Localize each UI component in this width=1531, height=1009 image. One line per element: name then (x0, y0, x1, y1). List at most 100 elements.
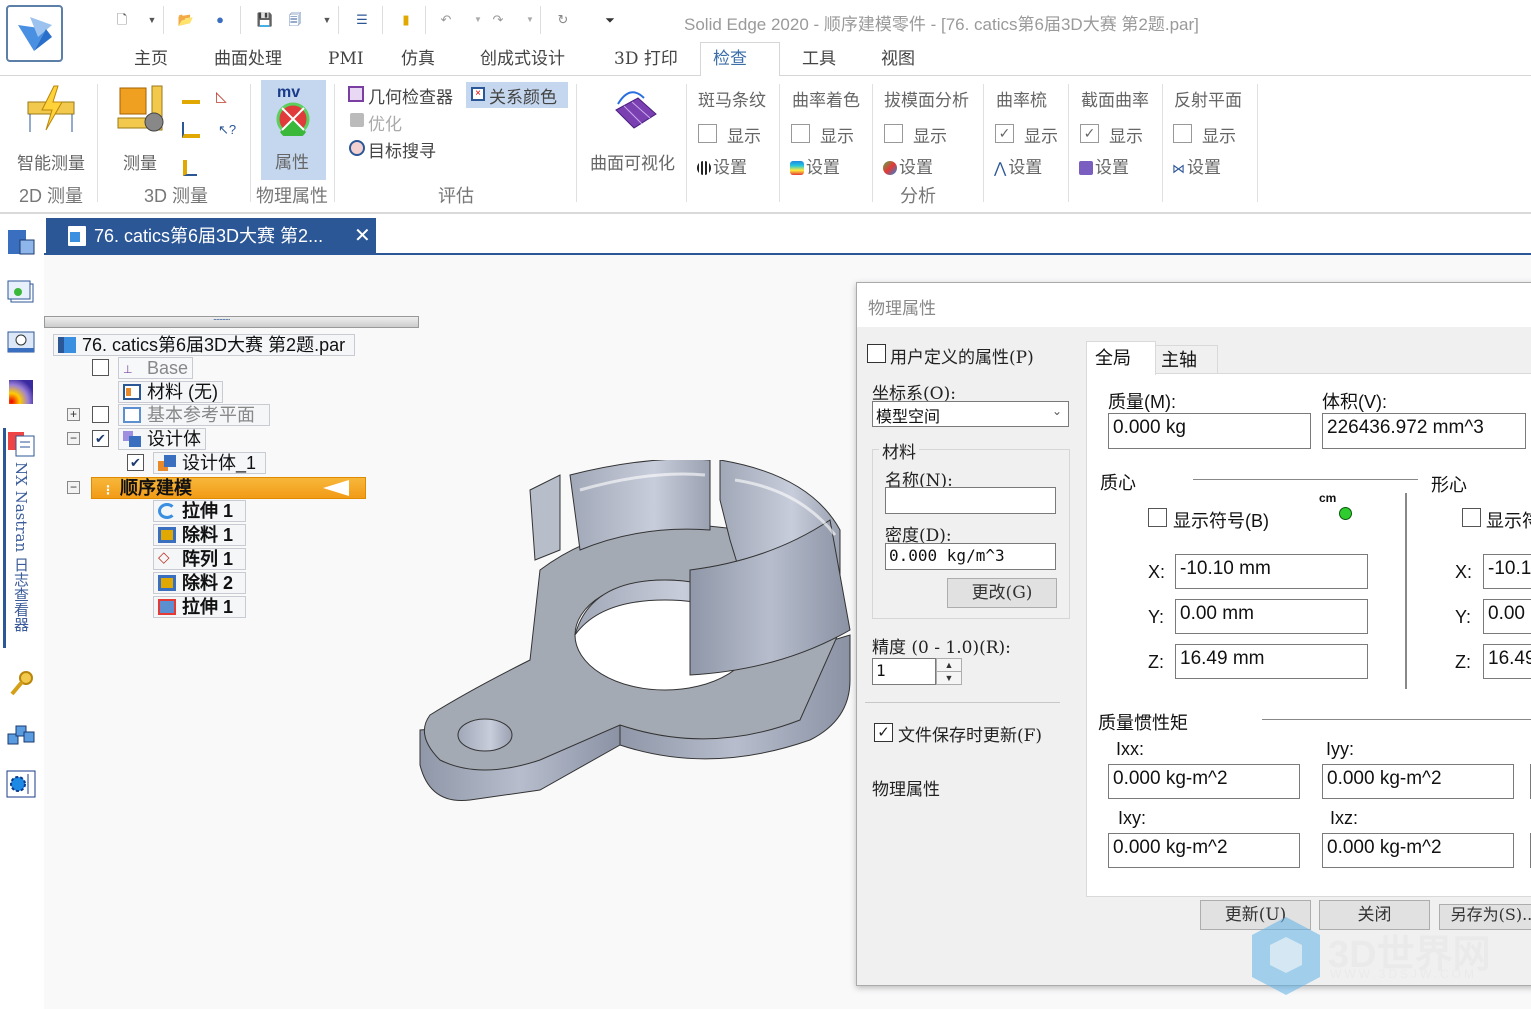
close-tab-icon[interactable]: ✕ (354, 218, 371, 254)
tab-simulation[interactable]: 仿真 (389, 46, 447, 76)
redo-icon[interactable]: ↷ (488, 10, 508, 30)
base-checkbox[interactable] (92, 359, 109, 376)
surface-visualization-label[interactable]: 曲面可视化 (590, 149, 675, 174)
ixz-field[interactable]: 0.000 kg-m^2 (1322, 833, 1514, 868)
smart-measure-label[interactable]: 智能测量 (17, 149, 85, 174)
properties-icon[interactable]: ☰ (352, 10, 372, 30)
tab-3d-print[interactable]: 3D 打印 (602, 46, 690, 76)
tab-home[interactable]: 主页 (122, 46, 180, 76)
ref-planes-checkbox[interactable] (92, 406, 109, 423)
find-icon[interactable]: ● (210, 10, 230, 30)
centroid-x-field[interactable]: -10.1 (1483, 554, 1531, 589)
centroid-y-field[interactable]: 0.00 (1483, 599, 1531, 634)
customize-qat-icon[interactable]: ⏷ (600, 10, 620, 30)
nastran-log-icon[interactable] (6, 430, 36, 458)
volume-field[interactable]: 226436.972 mm^3 (1322, 413, 1526, 449)
reflective-plane-show-checkbox[interactable] (1173, 124, 1192, 143)
min-distance-icon[interactable] (182, 122, 200, 138)
document-tab[interactable]: 76. catics第6届3D大赛 第2... ✕ (46, 218, 376, 254)
tab-pmi[interactable]: PMI (316, 46, 376, 76)
measure-icon[interactable] (116, 84, 166, 134)
new-dropdown-icon[interactable]: ▼ (142, 10, 162, 30)
save-as-icon[interactable]: 🗐 (285, 10, 305, 30)
curvature-shading-show-checkbox[interactable] (791, 124, 810, 143)
tab-surfacing[interactable]: 曲面处理 (202, 46, 294, 76)
dialog-titlebar[interactable] (857, 283, 1531, 327)
tree-item-design-body[interactable]: 设计体 (118, 428, 206, 450)
tab-principal-axes[interactable]: 主轴 (1155, 345, 1218, 374)
coord-system-select[interactable]: 模型空间 ⌄ (872, 401, 1069, 427)
gear-settings-icon[interactable] (6, 770, 36, 798)
design-body-checkbox[interactable]: ✔ (92, 430, 109, 447)
com-show-symbol-checkbox[interactable] (1148, 508, 1167, 527)
pathfinder-splitter[interactable]: ........... (44, 312, 419, 328)
tree-item-cutout-1[interactable]: 除料 1 (153, 524, 246, 546)
tree-item-pattern-1[interactable]: ◇ 阵列 1 (153, 548, 246, 570)
tree-item-material[interactable]: 材料 (无) (118, 381, 223, 403)
undo-icon[interactable]: ↶ (436, 10, 456, 30)
change-material-button[interactable]: 更改(G) (947, 578, 1057, 608)
tree-item-base-ref-planes[interactable]: 基本参考平面 (118, 404, 270, 426)
tab-tools[interactable]: 工具 (790, 46, 848, 76)
tab-global[interactable]: 全局 (1086, 341, 1156, 375)
curvature-shading-settings[interactable]: 设置 (790, 153, 840, 178)
tree-item-base[interactable]: ⊥ Base (118, 357, 194, 379)
normal-distance-icon[interactable] (183, 160, 197, 176)
simulation-results-icon[interactable] (6, 378, 36, 406)
part-model[interactable] (410, 460, 860, 815)
update-on-save-checkbox[interactable]: ✓ (874, 723, 893, 742)
tree-root-part[interactable]: 76. catics第6届3D大赛 第2题.par (53, 334, 355, 356)
angle-measure-icon[interactable]: ◺ (216, 88, 234, 106)
redo-dropdown-icon[interactable]: ▼ (520, 10, 540, 30)
draft-analysis-show-checkbox[interactable] (884, 124, 903, 143)
tab-inspect[interactable]: 检查 (700, 42, 780, 76)
repeat-icon[interactable]: ↻ (553, 10, 573, 30)
section-curvature-show-checkbox[interactable]: ✓ (1080, 124, 1099, 143)
app-logo[interactable] (6, 5, 63, 62)
tab-generative-design[interactable]: 创成式设计 (468, 46, 577, 76)
tab-view[interactable]: 视图 (869, 46, 927, 76)
com-x-field[interactable]: -10.10 mm (1175, 554, 1368, 589)
section-curvature-settings[interactable]: 设置 (1079, 153, 1129, 178)
ixy-field[interactable]: 0.000 kg-m^2 (1108, 833, 1300, 868)
relation-colors-button[interactable]: 关系颜色 (489, 83, 557, 108)
spin-up-icon[interactable]: ▲ (937, 659, 961, 672)
smart-measure-icon[interactable] (26, 84, 76, 134)
density-field[interactable]: 0.000 kg/m^3 (885, 543, 1056, 570)
tree-item-ordered-modeling[interactable]: ⋮ 顺序建模 (91, 477, 366, 499)
collapse-design-body[interactable]: − (67, 432, 80, 445)
undo-dropdown-icon[interactable]: ▼ (468, 10, 488, 30)
exit-icon[interactable]: ▮ (396, 10, 416, 30)
draft-analysis-settings[interactable]: 设置 (883, 153, 933, 178)
tree-item-cutout-2[interactable]: 除料 2 (153, 572, 246, 594)
measure-label[interactable]: 测量 (123, 149, 157, 174)
animation-icon[interactable] (6, 328, 36, 356)
optimize-button[interactable]: 优化 (368, 110, 402, 135)
key-icon[interactable] (6, 670, 36, 698)
zebra-stripes-show-checkbox[interactable] (698, 124, 717, 143)
surface-visualization-icon[interactable] (612, 84, 658, 130)
expand-ref-planes[interactable]: + (67, 408, 80, 421)
com-y-field[interactable]: 0.00 mm (1175, 599, 1368, 634)
com-z-field[interactable]: 16.49 mm (1175, 644, 1368, 679)
properties-button[interactable]: mv 属性 (261, 80, 326, 180)
inquire-element-icon[interactable]: ↖? (218, 122, 236, 140)
centroid-show-symbol-checkbox[interactable] (1462, 508, 1481, 527)
pathfinder-icon[interactable] (6, 228, 36, 256)
collapse-ordered-modeling[interactable]: − (67, 481, 80, 494)
design-body-1-checkbox[interactable]: ✔ (127, 454, 144, 471)
user-defined-props-checkbox[interactable] (867, 344, 886, 363)
distance-measure-icon[interactable] (182, 90, 200, 104)
ixx-field[interactable]: 0.000 kg-m^2 (1108, 764, 1300, 799)
tree-item-extrude-1b[interactable]: 拉伸 1 (153, 596, 246, 618)
geometry-inspector-button[interactable]: 几何检查器 (368, 83, 453, 108)
goal-seek-button[interactable]: 目标搜寻 (368, 137, 436, 162)
spin-down-icon[interactable]: ▼ (937, 672, 961, 684)
save-dropdown-icon[interactable]: ▼ (317, 10, 337, 30)
centroid-z-field[interactable]: 16.49 (1483, 644, 1531, 679)
new-icon[interactable]: 🗋 (112, 10, 132, 30)
save-icon[interactable]: 💾 (255, 10, 275, 30)
accuracy-field[interactable]: 1 (872, 658, 936, 685)
tree-item-design-body-1[interactable]: 设计体_1 (153, 452, 266, 474)
open-icon[interactable]: 📂 (176, 10, 196, 30)
